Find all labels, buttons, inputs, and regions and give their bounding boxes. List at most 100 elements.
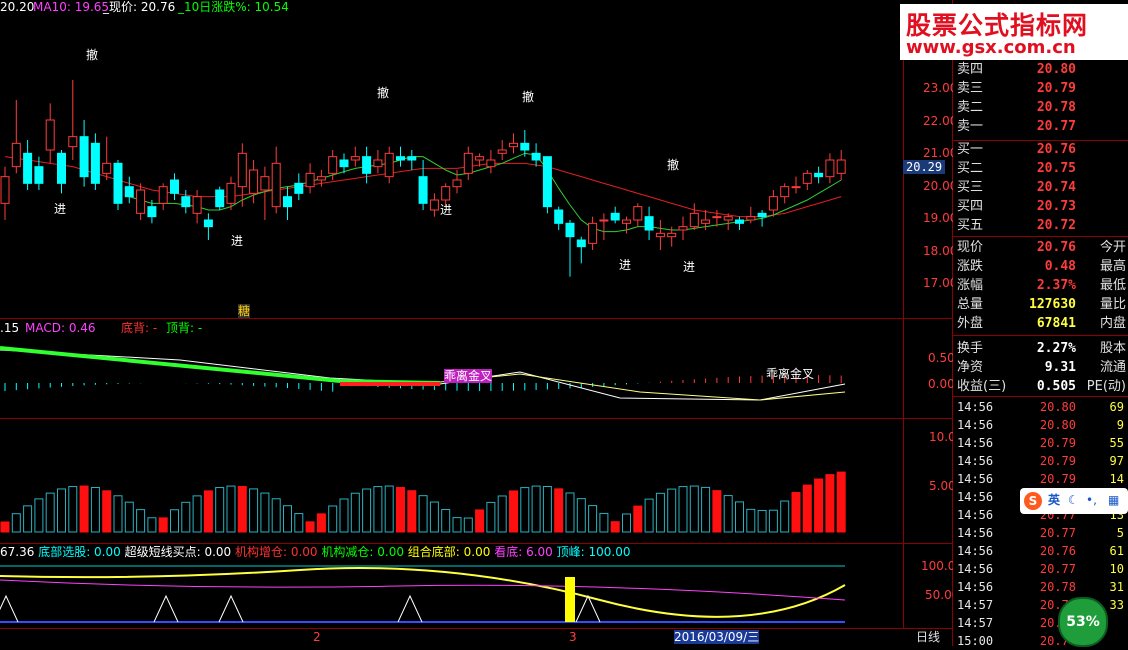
- peak-triangle: [218, 594, 244, 623]
- logo-url: www.gsx.com.cn: [906, 37, 1076, 58]
- volume-bar: [181, 501, 191, 533]
- indicator-item: 顶峰: 100.00: [552, 545, 631, 559]
- volume-bar: [11, 513, 21, 533]
- volume-bar: [57, 488, 66, 533]
- order-label: 买三: [957, 180, 984, 195]
- volume-bar: [68, 486, 78, 533]
- order-book-row: 卖四 20.80: [953, 60, 1128, 79]
- volume-bars: [0, 471, 846, 533]
- date-label: 2016/03/09/三: [674, 630, 760, 644]
- tick-row: 14:56 20.77 10: [953, 560, 1128, 578]
- volume-bar: [384, 485, 394, 533]
- candle-body: [542, 156, 552, 208]
- candle-body: [418, 176, 428, 204]
- volume-bar: [780, 500, 790, 533]
- keyboard-icon[interactable]: ▦: [1108, 493, 1119, 507]
- candle-body: [746, 216, 756, 221]
- candle-body: [90, 142, 100, 184]
- volume-bar: [23, 505, 33, 533]
- candle-body: [362, 156, 372, 174]
- macd-axis-label: 0.50: [928, 351, 955, 365]
- golden-cross-label: 乖离金叉: [444, 369, 493, 383]
- order-price: 20.75: [1036, 161, 1076, 176]
- volume-bar: [203, 490, 213, 533]
- volume-axis-label: 5.00: [929, 479, 956, 493]
- volume-bar: [328, 505, 338, 533]
- volume-bar: [622, 513, 631, 533]
- volume-bar: [565, 492, 575, 533]
- candle-body: [610, 212, 620, 221]
- sell-marker: 撤: [667, 158, 680, 172]
- buy-marker: 进: [54, 202, 67, 216]
- candle-body: [836, 159, 846, 174]
- candle-body: [79, 136, 89, 178]
- candlesticks: [0, 80, 846, 277]
- candle-body: [181, 196, 191, 208]
- candle-body: [170, 179, 179, 194]
- quote-label: 总量: [957, 297, 984, 312]
- quote-row: 净资 9.31 流通: [953, 358, 1128, 377]
- quote-value: 2.37%: [1036, 278, 1076, 293]
- quote-value: 0.505: [1036, 379, 1076, 394]
- tick-row: 14:56 20.79 97: [953, 452, 1128, 470]
- period-button[interactable]: 日线: [916, 630, 940, 644]
- indicator-yellow-bar: [565, 577, 575, 622]
- order-price: 20.72: [1036, 218, 1076, 233]
- volume-bar: [396, 486, 405, 533]
- tick-price: 20.80: [1039, 418, 1076, 432]
- volume-bar: [520, 487, 530, 533]
- order-price: 20.76: [1036, 142, 1076, 157]
- volume-bar: [689, 485, 699, 533]
- peak-triangle: [153, 594, 179, 623]
- punct-icon[interactable]: •,: [1086, 493, 1097, 507]
- volume-bar: [362, 488, 372, 533]
- quote-label: 收益(三): [957, 379, 1007, 394]
- quote-row: 涨跌 0.48 最高: [953, 257, 1128, 276]
- moon-icon[interactable]: ☾: [1068, 493, 1079, 507]
- bottom-marker: 糖: [238, 304, 251, 318]
- quote-value: 127630: [1029, 297, 1076, 312]
- candle-body: [588, 222, 598, 244]
- ime-toolbar[interactable]: S 英 ☾ •, ▦: [1020, 488, 1128, 514]
- candle-body: [350, 156, 360, 161]
- volume-bar: [136, 509, 146, 533]
- volume-bar: [542, 486, 552, 533]
- candle-body: [486, 159, 496, 168]
- candle-body: [475, 156, 485, 161]
- volume-bar: [429, 501, 439, 533]
- tick-price: 20.79: [1039, 436, 1076, 450]
- indicator-header: 67.36 底部选股: 0.00 超级短线买点: 0.00 机构增仓: 0.00…: [0, 545, 630, 559]
- volume-bar: [768, 509, 778, 533]
- ma10-value: MA10: 19.65: [33, 0, 110, 14]
- candle-body: [780, 186, 790, 198]
- candle-body: [226, 182, 236, 204]
- tick-price: 20.79: [1039, 454, 1076, 468]
- progress-badge[interactable]: 53%: [1058, 597, 1108, 647]
- candle-body: [497, 149, 507, 154]
- candle-body: [802, 172, 812, 184]
- volume-bar: [237, 486, 247, 533]
- candle-body: [294, 182, 304, 194]
- indicator-item: 组合底部: 0.00: [403, 545, 491, 559]
- tick-time: 14:56: [957, 454, 994, 468]
- volume-bar: [339, 498, 349, 533]
- tick-row: 14:56 20.78 31: [953, 578, 1128, 596]
- buy-marker: 进: [440, 203, 453, 217]
- candle-body: [136, 189, 146, 214]
- tick-row: 14:56 20.80 9: [953, 416, 1128, 434]
- candle-body: [305, 172, 315, 188]
- order-book-row: 买五 20.72: [953, 216, 1128, 235]
- candle-body: [384, 152, 394, 178]
- volume-bar: [316, 513, 326, 533]
- quote-row: 现价 20.76 今开: [953, 238, 1128, 257]
- candle-body: [260, 176, 270, 191]
- candle-body: [791, 186, 801, 189]
- sell-marker: 撤: [86, 48, 99, 62]
- candle-body: [102, 162, 112, 174]
- tick-time: 14:56: [957, 400, 994, 414]
- candle-body: [147, 206, 157, 218]
- tick-time: 14:56: [957, 508, 994, 522]
- macd-axis-label: 0.00: [928, 377, 955, 391]
- ime-lang[interactable]: 英: [1048, 493, 1060, 507]
- buy-marker: 进: [231, 234, 244, 248]
